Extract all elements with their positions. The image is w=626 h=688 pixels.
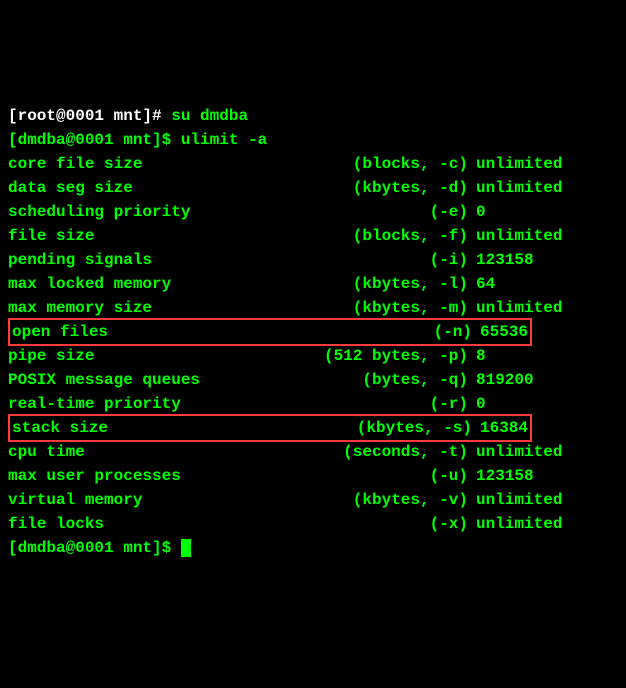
limit-name: pipe size [8,344,268,368]
ulimit-row: data seg size(kbytes, -d)unlimited [8,176,618,200]
ulimit-command: ulimit -a [181,131,267,149]
limit-name: core file size [8,152,268,176]
limit-unit: (-n) [272,320,472,344]
limit-unit: (-r) [268,392,468,416]
limit-name: virtual memory [8,488,268,512]
limit-value: 123158 [468,464,534,488]
limit-value: unlimited [468,176,562,200]
ulimit-row: file size(blocks, -f)unlimited [8,224,618,248]
limit-value: 8 [468,344,486,368]
limit-name: pending signals [8,248,268,272]
limit-unit: (-x) [268,512,468,536]
root-prompt: [root@0001 mnt]# [8,107,171,125]
ulimit-row: stack size(kbytes, -s)16384 [12,416,528,440]
limit-unit: (bytes, -q) [268,368,468,392]
limit-value: unlimited [468,512,562,536]
limit-value: 0 [468,200,486,224]
limit-value: 64 [468,272,495,296]
limit-unit: (kbytes, -l) [268,272,468,296]
ulimit-row: core file size(blocks, -c)unlimited [8,152,618,176]
limit-value: 819200 [468,368,534,392]
limit-value: unlimited [468,224,562,248]
limit-value: 123158 [468,248,534,272]
ulimit-row: cpu time(seconds, -t)unlimited [8,440,618,464]
ulimit-row: max memory size(kbytes, -m)unlimited [8,296,618,320]
ulimit-row: max locked memory(kbytes, -l)64 [8,272,618,296]
limit-unit: (512 bytes, -p) [268,344,468,368]
limit-name: file locks [8,512,268,536]
ulimit-row: scheduling priority(-e)0 [8,200,618,224]
user-prompt: [dmdba@0001 mnt]$ [8,131,181,149]
ulimit-row: open files(-n)65536 [12,320,528,344]
limit-name: cpu time [8,440,268,464]
limit-unit: (-i) [268,248,468,272]
limit-unit: (blocks, -c) [268,152,468,176]
limit-name: POSIX message queues [8,368,268,392]
limit-name: scheduling priority [8,200,268,224]
ulimit-row: POSIX message queues(bytes, -q)819200 [8,368,618,392]
limit-unit: (-e) [268,200,468,224]
limit-name: real-time priority [8,392,268,416]
terminal[interactable]: [root@0001 mnt]# su dmdba [dmdba@0001 mnt… [8,104,618,560]
limit-value: 65536 [472,320,528,344]
limit-unit: (kbytes, -d) [268,176,468,200]
limit-value: 0 [468,392,486,416]
ulimit-row: pending signals(-i)123158 [8,248,618,272]
limit-name: file size [8,224,268,248]
limit-unit: (kbytes, -v) [268,488,468,512]
limit-unit: (kbytes, -s) [272,416,472,440]
limit-name: max memory size [8,296,268,320]
ulimit-row: virtual memory(kbytes, -v)unlimited [8,488,618,512]
su-command: su dmdba [171,107,248,125]
limit-name: open files [12,320,272,344]
limit-value: unlimited [468,152,562,176]
limit-value: unlimited [468,440,562,464]
limit-value: unlimited [468,488,562,512]
limit-name: data seg size [8,176,268,200]
ulimit-row: file locks(-x)unlimited [8,512,618,536]
cursor-icon [181,539,191,557]
limit-name: max locked memory [8,272,268,296]
ulimit-row: max user processes(-u)123158 [8,464,618,488]
limit-unit: (seconds, -t) [268,440,468,464]
ulimit-row: pipe size(512 bytes, -p)8 [8,344,618,368]
user-prompt-final: [dmdba@0001 mnt]$ [8,539,181,557]
limit-value: unlimited [468,296,562,320]
limit-name: stack size [12,416,272,440]
limit-unit: (kbytes, -m) [268,296,468,320]
ulimit-output: core file size(blocks, -c)unlimiteddata … [8,152,618,536]
limit-name: max user processes [8,464,268,488]
limit-unit: (blocks, -f) [268,224,468,248]
ulimit-row: real-time priority(-r)0 [8,392,618,416]
limit-value: 16384 [472,416,528,440]
limit-unit: (-u) [268,464,468,488]
